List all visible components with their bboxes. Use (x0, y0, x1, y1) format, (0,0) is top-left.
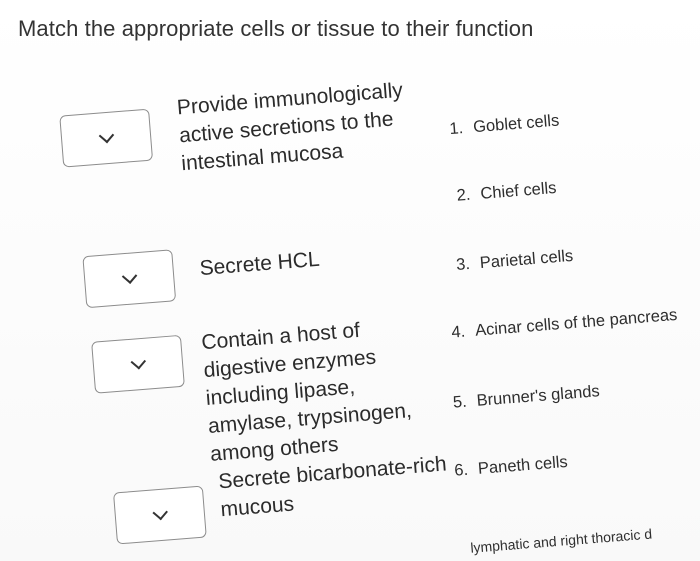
option-number: 1. (448, 119, 464, 139)
option-label: Goblet cells (472, 111, 560, 137)
option-4: 4. Acinar cells of the pancreas (451, 306, 678, 343)
option-6: 6. Paneth cells (454, 453, 569, 481)
chevron-down-icon (98, 127, 114, 144)
match-select-1[interactable] (59, 108, 154, 168)
option-number: 5. (452, 392, 468, 412)
option-label: lymphatic and right thoracic d (469, 525, 653, 556)
match-select-4[interactable] (113, 485, 207, 545)
prompt-2: Secrete HCL (198, 247, 321, 281)
option-number: 6. (453, 460, 469, 480)
prompt-3: Contain a host of digestive enzymes incl… (200, 318, 413, 466)
chevron-down-icon (151, 504, 168, 521)
option-number: 4. (450, 322, 466, 342)
option-7-partial: lymphatic and right thoracic d (470, 526, 653, 556)
chevron-down-icon (121, 268, 137, 284)
option-3: 3. Parietal cells (455, 247, 573, 275)
question-page: Match the appropriate cells or tissue to… (0, 0, 700, 561)
option-5: 5. Brunner's glands (452, 382, 600, 412)
option-label: Paneth cells (477, 452, 569, 478)
option-1: 1. Goblet cells (449, 112, 560, 140)
option-label: Chief cells (479, 178, 558, 203)
chevron-down-icon (130, 354, 146, 370)
option-label: Parietal cells (479, 246, 574, 273)
option-label: Brunner's glands (475, 382, 601, 410)
prompt-1: Provide immunologically active secretion… (176, 78, 404, 176)
option-number: 2. (456, 185, 472, 205)
matching-area: Provide immunologically active secretion… (0, 0, 700, 559)
option-label: Acinar cells of the pancreas (474, 305, 678, 340)
match-select-2[interactable] (82, 249, 177, 309)
option-number: 3. (455, 254, 471, 274)
match-select-3[interactable] (91, 334, 185, 394)
option-2: 2. Chief cells (456, 179, 557, 206)
